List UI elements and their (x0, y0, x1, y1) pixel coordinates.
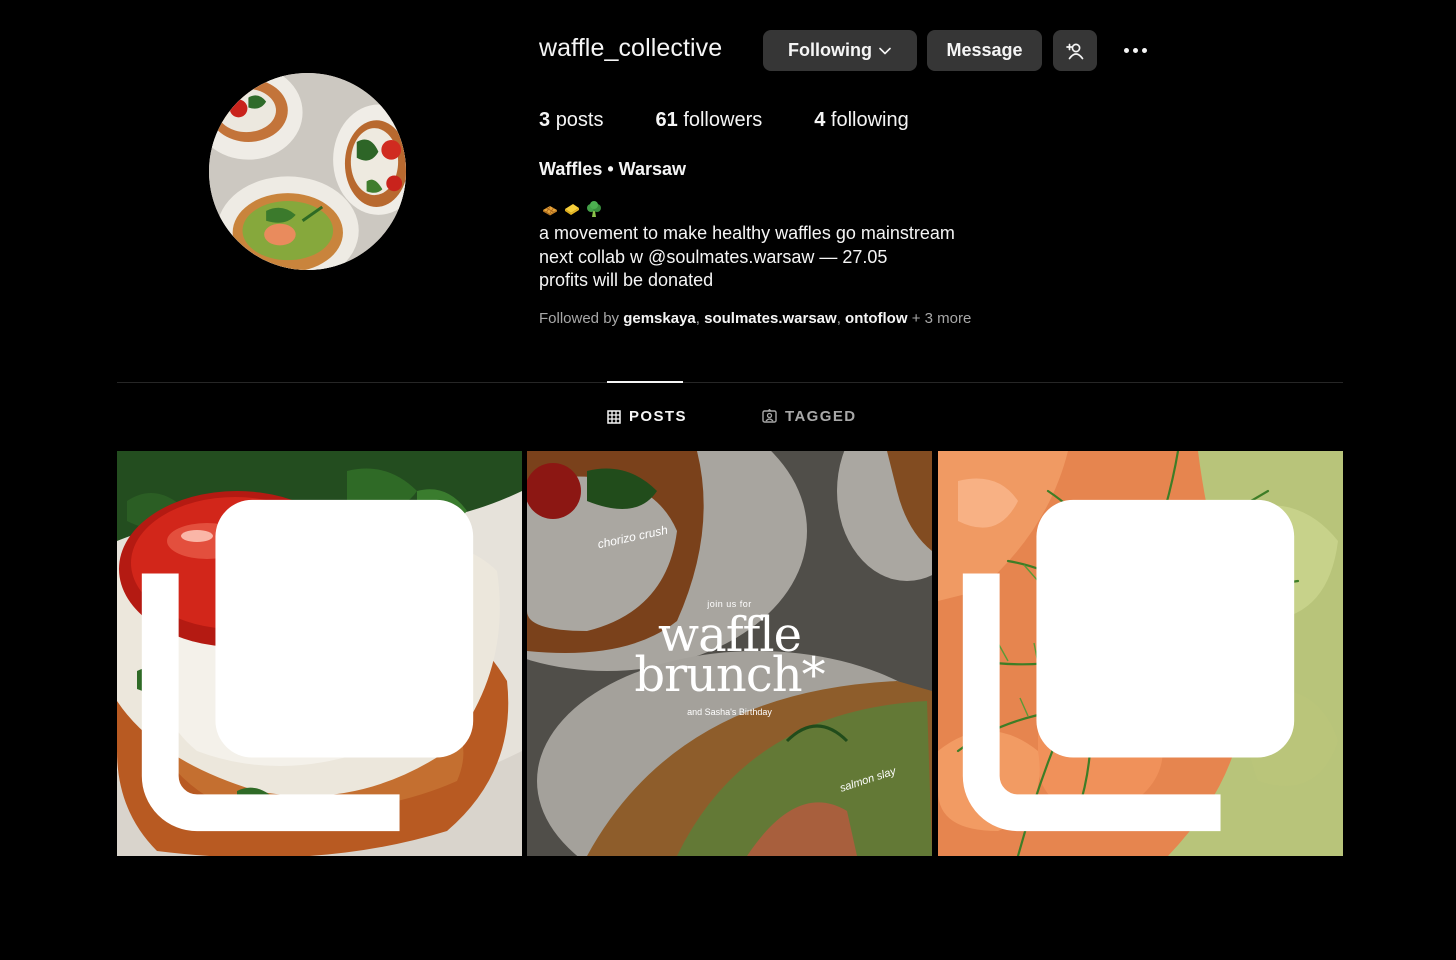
bio-name: Waffles • Warsaw (539, 159, 687, 179)
flyer-subtitle: and Sasha's Birthday (687, 707, 772, 717)
tab-posts[interactable]: POSTS (607, 408, 687, 425)
following-button[interactable]: Following (763, 30, 917, 71)
post-thumbnail[interactable] (117, 451, 522, 856)
tabs-divider (117, 382, 1343, 383)
grid-icon (607, 409, 621, 424)
bio-line: next collab w @soulmates.warsaw — 27.05 (539, 246, 888, 267)
followed-by[interactable]: Followed by gemskaya, soulmates.warsaw, … (539, 310, 971, 327)
post-thumbnail[interactable]: join us for waffle brunch* and Sasha's B… (527, 451, 932, 856)
tab-tagged-label: TAGGED (785, 408, 857, 425)
tab-posts-label: POSTS (629, 408, 687, 425)
bio-line: a movement to make healthy waffles go ma… (539, 223, 955, 243)
following-stat[interactable]: 4 following (814, 109, 909, 132)
more-options-icon[interactable] (1117, 38, 1153, 62)
broccoli-emoji (587, 201, 601, 217)
followers-count: 61 (655, 109, 678, 131)
suggest-users-button[interactable] (1053, 30, 1097, 71)
followers-label: followers (683, 109, 763, 131)
mutual-follower[interactable]: soulmates.warsaw (704, 310, 837, 327)
add-person-icon (1066, 43, 1084, 59)
profile-stats: 3 posts 61 followers 4 following (539, 109, 961, 132)
bio-emoji-row (541, 200, 603, 218)
profile-page: waffle_collective Following Message 3 po… (0, 0, 1456, 960)
posts-count: 3 (539, 109, 551, 131)
followed-by-prefix: Followed by (539, 310, 620, 327)
message-button-label: Message (946, 40, 1023, 60)
message-button[interactable]: Message (927, 30, 1042, 71)
bio-text: a movement to make healthy waffles go ma… (539, 222, 955, 293)
following-count: 4 (814, 109, 826, 131)
followed-by-more: + 3 more (911, 310, 972, 327)
post-thumbnail[interactable] (938, 451, 1343, 856)
followers-stat[interactable]: 61 followers (656, 109, 763, 132)
following-button-label: Following (788, 40, 872, 60)
multi-photo-icon (141, 499, 474, 832)
mutual-follower[interactable]: ontoflow (845, 310, 907, 327)
waffle-emoji (543, 206, 557, 216)
posts-stat: 3 posts (539, 109, 604, 132)
tab-tagged[interactable]: TAGGED (762, 408, 856, 425)
multi-photo-icon (962, 499, 1295, 832)
active-tab-indicator (607, 381, 683, 383)
profile-avatar[interactable] (209, 73, 406, 270)
mutual-follower[interactable]: gemskaya (623, 310, 696, 327)
flyer-title-line2: brunch* (634, 647, 825, 703)
tagged-icon (762, 409, 777, 423)
bio-line: profits will be donated (539, 270, 714, 290)
following-label: following (830, 109, 909, 131)
avatar-image (209, 73, 406, 270)
chevron-down-icon (879, 47, 891, 54)
posts-label: posts (555, 109, 604, 131)
profile-username: waffle_collective (539, 34, 723, 62)
butter-emoji (565, 204, 579, 215)
